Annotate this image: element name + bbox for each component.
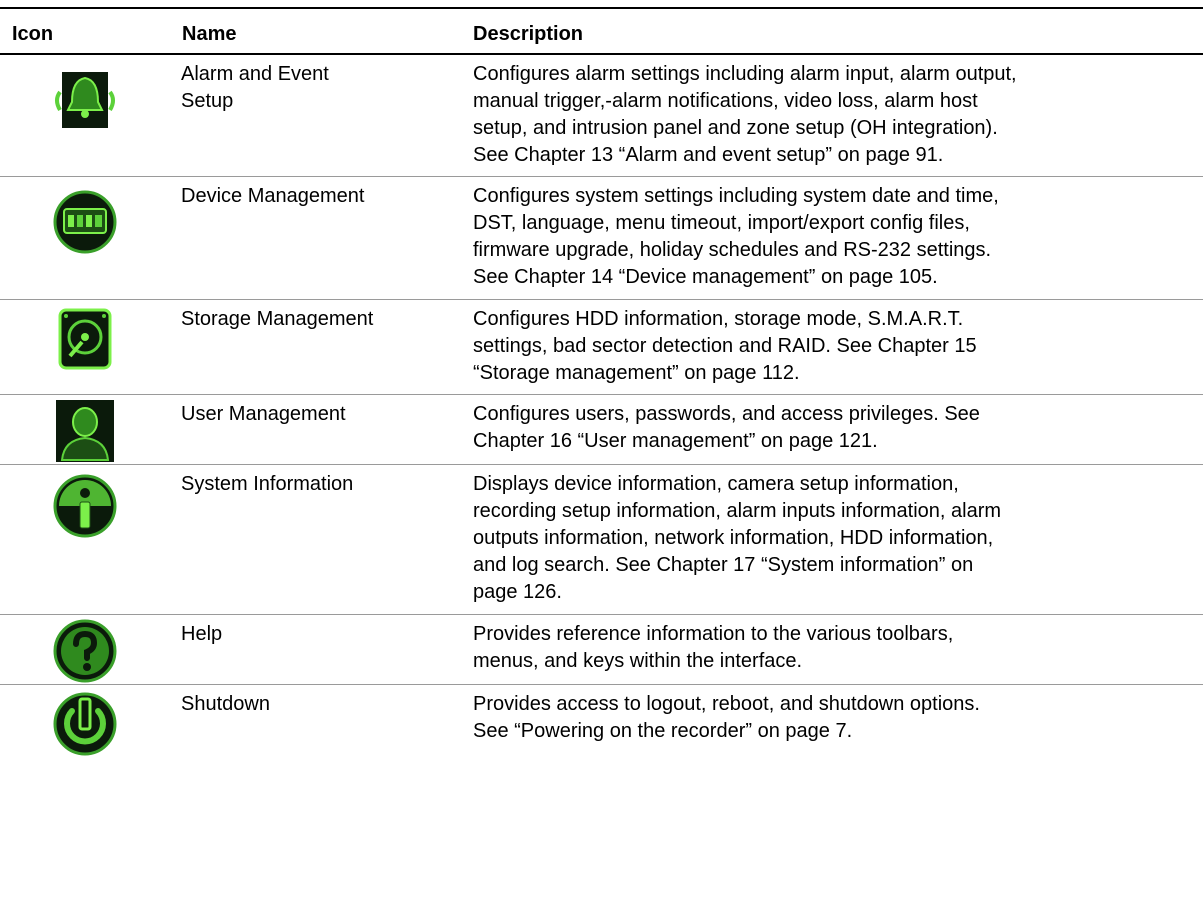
row-name: User Management — [181, 401, 451, 428]
row-description: Provides access to logout, reboot, and s… — [473, 691, 1193, 745]
row-description: Configures system settings including sys… — [473, 183, 1193, 291]
row-description: Configures alarm settings including alar… — [473, 61, 1193, 169]
info-icon — [52, 473, 118, 539]
user-icon — [52, 398, 118, 464]
desc-line: Provides access to logout, reboot, and s… — [473, 693, 980, 715]
row-description: Provides reference information to the va… — [473, 621, 1193, 675]
desc-line: outputs information, network information… — [473, 527, 994, 549]
desc-line: Configures users, passwords, and access … — [473, 403, 980, 425]
desc-line: DST, language, menu timeout, import/expo… — [473, 212, 970, 234]
name-line: Storage Management — [181, 308, 374, 330]
desc-line: “Storage management” on page 112. — [473, 362, 800, 384]
row-name: Shutdown — [181, 691, 451, 718]
name-line: Help — [181, 623, 223, 645]
desc-line: See Chapter 14 “Device management” on pa… — [473, 266, 938, 288]
desc-line: Chapter 16 “User management” on page 121… — [473, 430, 878, 452]
row-name: System Information — [181, 471, 451, 498]
desc-line: Configures alarm settings including alar… — [473, 63, 1017, 85]
table-row-system-info: System Information Displays device infor… — [0, 465, 1203, 615]
row-name: Alarm and Event Setup — [181, 61, 451, 115]
desc-line: and log search. See Chapter 17 “System i… — [473, 554, 974, 576]
desc-line: manual trigger,-alarm notifications, vid… — [473, 90, 978, 112]
alarm-bell-icon — [52, 66, 118, 132]
desc-line: recording setup information, alarm input… — [473, 500, 1002, 522]
name-line: Alarm and Event — [181, 63, 329, 85]
power-icon — [52, 691, 118, 757]
table-row-shutdown: Shutdown Provides access to logout, rebo… — [0, 685, 1203, 761]
desc-line: setup, and intrusion panel and zone setu… — [473, 117, 998, 139]
row-description: Configures HDD information, storage mode… — [473, 306, 1193, 387]
row-name: Device Management — [181, 183, 451, 210]
help-question-icon — [52, 618, 118, 684]
desc-line: menus, and keys within the interface. — [473, 650, 803, 672]
row-name: Help — [181, 621, 451, 648]
desc-line: Provides reference information to the va… — [473, 623, 954, 645]
desc-line: Configures system settings including sys… — [473, 185, 999, 207]
header-icon: Icon — [12, 23, 54, 45]
header-description: Description — [473, 23, 584, 45]
table-row-storage: Storage Management Configures HDD inform… — [0, 300, 1203, 395]
table-row-help: Help Provides reference information to t… — [0, 615, 1203, 685]
table-row-user: User Management Configures users, passwo… — [0, 395, 1203, 465]
desc-line: Displays device information, camera setu… — [473, 473, 959, 495]
device-management-icon — [52, 189, 118, 255]
row-description: Configures users, passwords, and access … — [473, 401, 1193, 455]
name-line: User Management — [181, 403, 346, 425]
desc-line: Configures HDD information, storage mode… — [473, 308, 964, 330]
desc-line: settings, bad sector detection and RAID.… — [473, 335, 977, 357]
row-name: Storage Management — [181, 306, 451, 333]
table-row-alarm: Alarm and Event Setup Configures alarm s… — [0, 55, 1203, 177]
table-row-device: Device Management Configures system sett… — [0, 177, 1203, 300]
name-line: System Information — [181, 473, 354, 495]
table-header-row: Icon Name Description — [0, 9, 1203, 55]
header-name: Name — [182, 23, 237, 45]
desc-line: firmware upgrade, holiday schedules and … — [473, 239, 992, 261]
name-line: Device Management — [181, 185, 365, 207]
desc-line: See “Powering on the recorder” on page 7… — [473, 720, 853, 742]
desc-line: page 126. — [473, 581, 562, 603]
name-line: Shutdown — [181, 693, 270, 715]
desc-line: See Chapter 13 “Alarm and event setup” o… — [473, 144, 944, 166]
name-line: Setup — [181, 90, 234, 112]
row-description: Displays device information, camera setu… — [473, 471, 1193, 606]
hard-disk-icon — [52, 306, 118, 372]
